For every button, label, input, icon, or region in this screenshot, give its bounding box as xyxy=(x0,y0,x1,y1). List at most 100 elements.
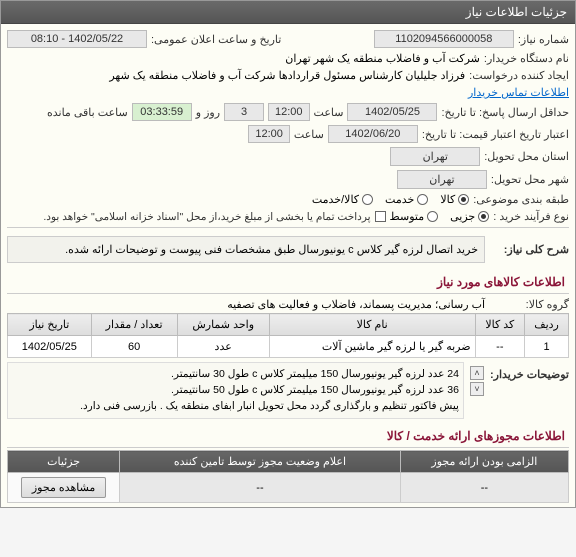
radio-partial-label: جزیی xyxy=(450,210,475,223)
td-unit: عدد xyxy=(177,336,269,358)
note-line-3: پیش فاکتور تنظیم و بارگذاری گردد محل تحو… xyxy=(12,399,459,415)
row-buyer-org: نام دستگاه خریدار: شرکت آب و فاضلاب منطق… xyxy=(7,50,569,67)
chevron-up-icon[interactable]: ˄ xyxy=(470,366,484,380)
radio-medium[interactable]: متوسط xyxy=(390,210,439,223)
note-line-1: 24 عدد لرزه گیر یونیورسال 150 میلیمتر کل… xyxy=(12,367,459,383)
lic-td-3: مشاهده مجوز xyxy=(8,473,120,503)
treasury-checkbox[interactable] xyxy=(375,211,386,222)
radio-goods-label: کالا xyxy=(440,193,455,206)
goods-section-title: اطلاعات کالاهای مورد نیاز xyxy=(7,269,569,291)
license-table: الزامی بودن ارائه مجوز اعلام وضعیت مجوز … xyxy=(7,450,569,503)
panel-title: جزئیات اطلاعات نیاز xyxy=(1,1,575,24)
row-city: شهر محل تحویل: تهران xyxy=(7,168,569,191)
radio-goods-service-label: کالا/خدمت xyxy=(312,193,359,206)
license-section-title: اطلاعات مجوزهای ارائه خدمت / کالا xyxy=(7,423,569,445)
row-process: نوع فرآیند خرید : جزیی متوسط پرداخت تمام… xyxy=(7,208,569,225)
radio-medium-icon xyxy=(427,211,438,222)
lic-th-2: اعلام وضعیت مجوز توسط تامین کننده xyxy=(120,451,401,473)
announce-value: 1402/05/22 - 08:10 xyxy=(7,30,147,48)
th-qty: تعداد / مقدار xyxy=(91,314,177,336)
row-requester: ایجاد کننده درخواست: فرزاد جلیلیان کارشن… xyxy=(7,67,569,101)
announce-label: تاریخ و ساعت اعلان عمومی: xyxy=(151,33,281,46)
row-province: استان محل تحویل: تهران xyxy=(7,145,569,168)
row-goods-group: گروه کالا: آب رسانی؛ مدیریت پسماند، فاضل… xyxy=(7,296,569,313)
td-qty: 60 xyxy=(91,336,177,358)
need-number-label: شماره نیاز: xyxy=(518,33,569,46)
th-idx: ردیف xyxy=(525,314,569,336)
radio-service-label: خدمت xyxy=(385,193,414,206)
row-deadline: حداقل ارسال پاسخ: تا تاریخ: 1402/05/25 س… xyxy=(7,101,569,123)
license-row: -- -- مشاهده مجوز xyxy=(8,473,569,503)
category-radio-group: کالا خدمت کالا/خدمت xyxy=(312,193,469,206)
details-panel: جزئیات اطلاعات نیاز شماره نیاز: 11020945… xyxy=(0,0,576,508)
radio-goods-service[interactable]: کالا/خدمت xyxy=(312,193,373,206)
radio-goods[interactable]: کالا xyxy=(440,193,469,206)
deadline-time-label: ساعت xyxy=(314,106,344,119)
deadline-days: 3 xyxy=(224,103,264,121)
radio-partial[interactable]: جزیی xyxy=(450,210,489,223)
th-unit: واحد شمارش xyxy=(177,314,269,336)
process-label: نوع فرآیند خرید : xyxy=(493,210,569,223)
goods-group-value: آب رسانی؛ مدیریت پسماند، فاضلاب و فعالیت… xyxy=(227,298,485,311)
validity-date: 1402/06/20 xyxy=(328,125,418,143)
divider-1 xyxy=(7,227,569,228)
category-label: طبقه بندی موضوعی: xyxy=(473,193,569,206)
deadline-day-label: روز و xyxy=(196,106,220,119)
table-row: 1 -- ضربه گیر یا لرزه گیر ماشین آلات عدد… xyxy=(8,336,569,358)
need-desc-label: شرح کلی نیاز: xyxy=(489,243,569,256)
deadline-time: 12:00 xyxy=(268,103,310,121)
panel-content: شماره نیاز: 1102094566000058 تاریخ و ساع… xyxy=(1,24,575,507)
chevron-down-icon[interactable]: ˅ xyxy=(470,382,484,396)
row-validity: اعتبار تاریخ اعتبار قیمت: تا تاریخ: 1402… xyxy=(7,123,569,145)
lic-th-3: جزئیات xyxy=(8,451,120,473)
validity-time: 12:00 xyxy=(248,125,290,143)
goods-table: ردیف کد کالا نام کالا واحد شمارش تعداد /… xyxy=(7,313,569,358)
td-code: -- xyxy=(475,336,525,358)
radio-partial-icon xyxy=(478,211,489,222)
deadline-label: حداقل ارسال پاسخ: تا تاریخ: xyxy=(441,106,569,119)
buyer-notes-content: 24 عدد لرزه گیر یونیورسال 150 میلیمتر کل… xyxy=(7,362,464,419)
th-code: کد کالا xyxy=(475,314,525,336)
radio-medium-label: متوسط xyxy=(390,210,425,223)
td-date: 1402/05/25 xyxy=(8,336,92,358)
radio-goods-service-icon xyxy=(362,194,373,205)
row-category: طبقه بندی موضوعی: کالا خدمت کالا/خدمت xyxy=(7,191,569,208)
lic-th-1: الزامی بودن ارائه مجوز xyxy=(400,451,568,473)
divider-3 xyxy=(7,447,569,448)
notes-chevrons: ˄ ˅ xyxy=(470,362,484,396)
city-value: تهران xyxy=(397,170,487,189)
need-number-value: 1102094566000058 xyxy=(374,30,514,48)
goods-group-label: گروه کالا: xyxy=(489,298,569,311)
license-table-header: الزامی بودن ارائه مجوز اعلام وضعیت مجوز … xyxy=(8,451,569,473)
buyer-contact-link[interactable]: اطلاعات تماس خریدار xyxy=(468,86,569,99)
lic-td-1: -- xyxy=(400,473,568,503)
validity-time-label: ساعت xyxy=(294,128,324,141)
buyer-org-value: شرکت آب و فاضلاب منطقه یک شهر تهران xyxy=(285,52,480,65)
radio-service-icon xyxy=(417,194,428,205)
row-need-number: شماره نیاز: 1102094566000058 تاریخ و ساع… xyxy=(7,28,569,50)
province-label: استان محل تحویل: xyxy=(484,150,569,163)
deadline-date: 1402/05/25 xyxy=(347,103,437,121)
th-date: تاریخ نیاز xyxy=(8,314,92,336)
td-name: ضربه گیر یا لرزه گیر ماشین آلات xyxy=(269,336,475,358)
th-name: نام کالا xyxy=(269,314,475,336)
deadline-remaining: 03:33:59 xyxy=(132,103,192,121)
buyer-org-label: نام دستگاه خریدار: xyxy=(484,52,569,65)
requester-label: ایجاد کننده درخواست: xyxy=(469,69,569,82)
deadline-remain-label: ساعت باقی مانده xyxy=(47,106,128,119)
divider-2 xyxy=(7,293,569,294)
city-label: شهر محل تحویل: xyxy=(491,173,569,186)
td-idx: 1 xyxy=(525,336,569,358)
treasury-note: پرداخت تمام یا بخشی از مبلغ خرید،از محل … xyxy=(43,211,370,223)
lic-td-2: -- xyxy=(120,473,401,503)
requester-value: فرزاد جلیلیان کارشناس مسئول قراردادها شر… xyxy=(109,69,465,82)
province-value: تهران xyxy=(390,147,480,166)
row-need-desc: شرح کلی نیاز: خرید اتصال لرزه گیر کلاس c… xyxy=(7,230,569,269)
buyer-notes-label: توضیحات خریدار: xyxy=(490,362,569,381)
process-radio-group: جزیی متوسط xyxy=(390,210,490,223)
row-buyer-notes: توضیحات خریدار: ˄ ˅ 24 عدد لرزه گیر یونی… xyxy=(7,358,569,423)
view-license-button[interactable]: مشاهده مجوز xyxy=(21,477,106,498)
radio-service[interactable]: خدمت xyxy=(385,193,428,206)
note-line-2: 36 عدد لرزه گیر یونیورسال 150 میلیمتر کل… xyxy=(12,383,459,399)
radio-goods-icon xyxy=(458,194,469,205)
